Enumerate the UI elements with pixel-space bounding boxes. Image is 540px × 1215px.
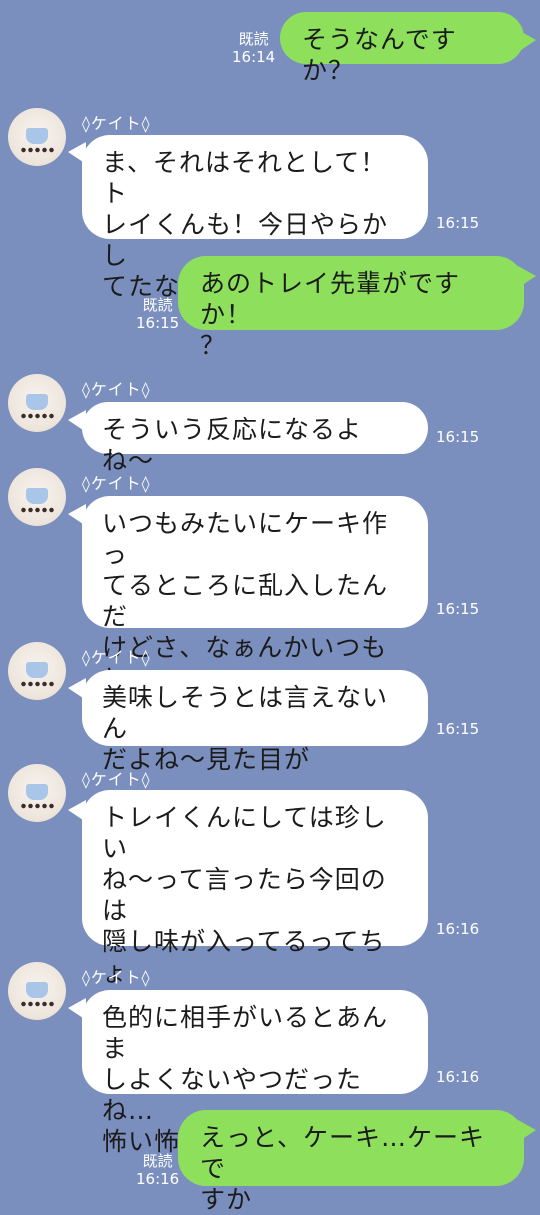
message-bubble-outgoing[interactable]: あのトレイ先輩がですか！ ？ — [178, 256, 524, 360]
message-bubble-outgoing[interactable]: えっと、ケーキ…ケーキで すか — [178, 1110, 524, 1214]
message-bubble-incoming[interactable]: ま、それはそれとして！ト レイくんも！今日やらかし てたな〜 — [82, 135, 428, 301]
message-bubble-outgoing[interactable]: そうなんですか？ — [280, 12, 524, 85]
message-time: 16:15 — [436, 720, 480, 738]
bubble-tail — [68, 800, 86, 822]
message-bubble-incoming[interactable]: いつもみたいにケーキ作っ てるところに乱入したんだ けどさ、なぁんかいつもと 違… — [82, 496, 428, 724]
message-time: 16:15 — [436, 428, 480, 446]
bubble-tail — [518, 1120, 536, 1142]
sender-name: ◊ケイト◊ — [82, 968, 151, 987]
sender-name: ◊ケイト◊ — [82, 648, 151, 667]
message-time: 16:16 — [436, 920, 480, 938]
bubble-tail — [518, 266, 536, 288]
message-bubble-incoming[interactable]: そういう反応になるよね〜 — [82, 402, 428, 475]
sender-name: ◊ケイト◊ — [82, 380, 151, 399]
message-time: 16:16 — [436, 1068, 480, 1086]
bubble-tail — [68, 504, 86, 526]
sender-name: ◊ケイト◊ — [82, 770, 151, 789]
contact-avatar[interactable] — [8, 962, 66, 1020]
read-receipt: 既読 16:15 — [136, 296, 180, 332]
contact-avatar[interactable] — [8, 374, 66, 432]
bubble-tail — [518, 30, 536, 52]
bubble-tail — [68, 142, 86, 164]
sender-name: ◊ケイト◊ — [82, 474, 151, 493]
contact-avatar[interactable] — [8, 108, 66, 166]
bubble-tail — [68, 410, 86, 432]
message-bubble-incoming[interactable]: トレイくんにしては珍しい ね〜って言ったら今回のは 隠し味が入ってるってちょ っ… — [82, 790, 428, 1080]
bubble-tail — [68, 998, 86, 1020]
read-receipt: 既読 16:14 — [232, 30, 276, 66]
message-time: 16:15 — [436, 600, 480, 618]
contact-avatar[interactable] — [8, 642, 66, 700]
sender-name: ◊ケイト◊ — [82, 114, 151, 133]
read-receipt: 既読 16:16 — [136, 1152, 180, 1188]
contact-avatar[interactable] — [8, 764, 66, 822]
message-time: 16:15 — [436, 214, 480, 232]
message-bubble-incoming[interactable]: 色的に相手がいるとあんま しよくないやつだったね… 怖い怖い — [82, 990, 428, 1156]
message-bubble-incoming[interactable]: 美味しそうとは言えないん だよね〜見た目が — [82, 670, 428, 774]
contact-avatar[interactable] — [8, 468, 66, 526]
bubble-tail — [68, 678, 86, 700]
